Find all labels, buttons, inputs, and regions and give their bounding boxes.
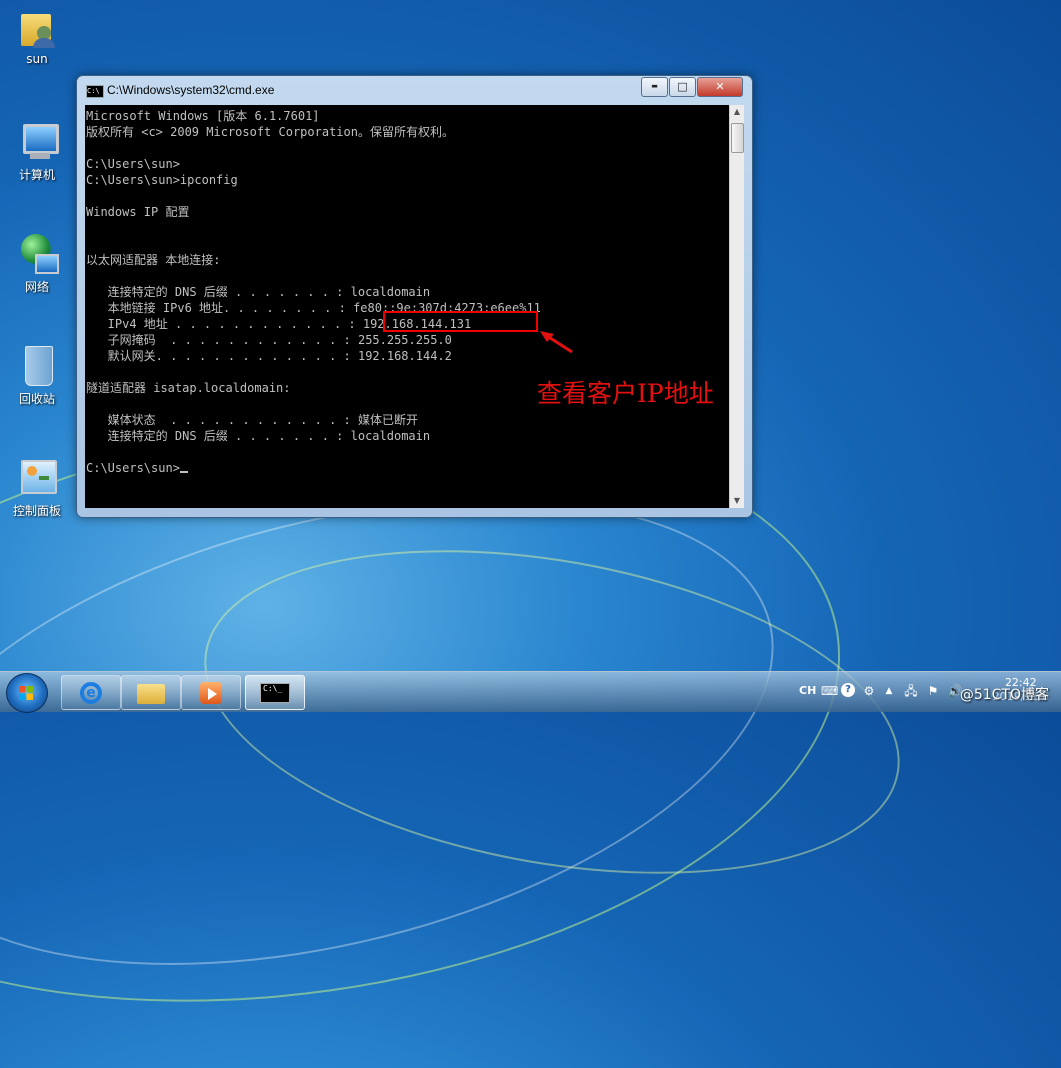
show-hidden-icons-icon[interactable]: ▲ [881,683,897,699]
minimize-button[interactable]: ▬ [641,77,668,97]
console-line: 子网掩码 . . . . . . . . . . . . : 255.255.2… [86,333,452,347]
action-center-flag-icon[interactable]: ⚑ [925,683,941,699]
console-line: 连接特定的 DNS 后缀 . . . . . . . : localdomain [86,429,431,443]
console-line: 连接特定的 DNS 后缀 . . . . . . . : localdomain [86,285,431,299]
console-line: Microsoft Windows [版本 6.1.7601] [86,109,320,123]
watermark: @51CTO博客 [959,687,1049,703]
taskbar-media-player[interactable] [181,675,241,710]
console-text: Microsoft Windows [版本 6.1.7601] 版权所有 <c>… [85,105,729,476]
cmd-window[interactable]: C:\ C:\Windows\system32\cmd.exe ▬ □ ✕ Mi… [76,75,753,518]
control-panel-icon [15,456,59,500]
windows-logo-icon [19,686,33,700]
desktop-icon-control-panel[interactable]: 控制面板 [5,456,69,519]
vertical-scrollbar[interactable]: ▲ ▼ [729,105,744,508]
maximize-button[interactable]: □ [669,77,696,97]
scroll-down-arrow-icon[interactable]: ▼ [730,494,744,508]
system-tray: CH ⌨ ? ⚙ ▲ 🖧 ⚑ 🔊 22:42 2019/11/6 @51CTO博… [781,672,1061,712]
console-line: C:\Users\sun> [86,157,180,171]
ip-highlight-box [383,311,538,332]
console-line: 以太网适配器 本地连接: [86,253,221,267]
text-cursor [179,471,188,473]
user-folder-icon [15,6,59,50]
taskbar: e C:\_ CH ⌨ ? ⚙ ▲ 🖧 ⚑ 🔊 22:42 2019/11/6 … [0,671,1061,713]
network-globe-icon [15,232,59,276]
desktop-icon-label: 回收站 [18,392,55,406]
desktop-icon-label: 计算机 [18,168,55,182]
recycle-bin-icon [15,344,59,388]
desktop-icon-user-folder[interactable]: sun [5,6,69,66]
window-titlebar[interactable]: C:\ C:\Windows\system32\cmd.exe ▬ □ ✕ [77,76,752,104]
cmd-app-icon: C:\ [86,85,104,98]
computer-icon [15,120,59,164]
start-button[interactable] [6,673,48,713]
console-line: 隧道适配器 isatap.localdomain: [86,381,291,395]
console-line: 版权所有 <c> 2009 Microsoft Corporation。保留所有… [86,125,454,139]
desktop-icon-recycle-bin[interactable]: 回收站 [5,344,69,407]
close-button[interactable]: ✕ [697,77,743,97]
scroll-thumb[interactable] [731,123,744,153]
desktop-icon-label: sun [26,52,48,66]
annotation-arrow-icon [540,331,573,354]
cmd-taskbar-icon: C:\_ [260,683,290,703]
internet-explorer-icon: e [80,682,102,704]
window-title: C:\Windows\system32\cmd.exe [107,83,275,97]
scroll-up-arrow-icon[interactable]: ▲ [730,105,744,119]
taskbar-cmd[interactable]: C:\_ [245,675,305,710]
keyboard-icon[interactable]: ⌨ [821,683,838,699]
console-line: 媒体状态 . . . . . . . . . . . . : 媒体已断开 [86,413,418,427]
console-line: C:\Users\sun> [86,461,180,475]
desktop-icon-computer[interactable]: 计算机 [5,120,69,183]
console-output[interactable]: Microsoft Windows [版本 6.1.7601] 版权所有 <c>… [85,105,729,508]
console-line: Windows IP 配置 [86,205,190,219]
desktop-icon-label: 控制面板 [12,504,61,518]
network-status-icon[interactable]: 🖧 [903,683,919,699]
taskbar-file-explorer[interactable] [121,675,181,710]
folder-icon [137,684,165,704]
annotation-text: 查看客户IP地址 [537,379,714,408]
console-line: C:\Users\sun>ipconfig [86,173,238,187]
language-indicator[interactable]: CH [799,684,816,697]
taskbar-internet-explorer[interactable]: e [61,675,121,710]
desktop-icon-label: 网络 [24,280,49,294]
tray-settings-icon[interactable]: ⚙ [861,683,877,699]
console-line: 默认网关. . . . . . . . . . . . . : 192.168.… [86,349,452,363]
help-icon[interactable]: ? [841,683,855,697]
desktop-icon-network[interactable]: 网络 [5,232,69,295]
